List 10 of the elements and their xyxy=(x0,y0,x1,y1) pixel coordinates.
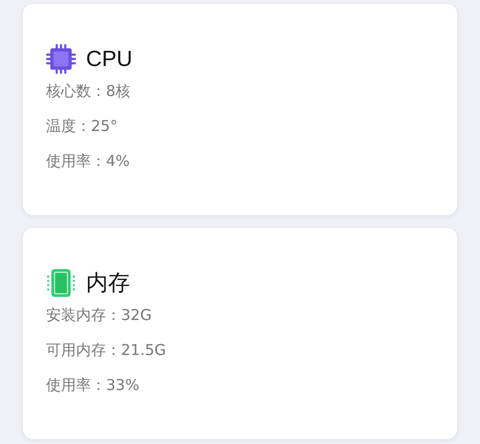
memory-module-icon xyxy=(46,268,76,298)
card-title: CPU xyxy=(86,46,132,72)
info-text: 可用内存：21.5G xyxy=(46,341,168,361)
info-text: 核心数：8核 xyxy=(46,82,132,102)
info-text: 使用率：33% xyxy=(46,376,140,396)
info-text: 使用率：4% xyxy=(46,152,131,172)
info-text: 温度：25° xyxy=(46,117,119,137)
chip-icon xyxy=(46,44,76,74)
card-title: 内存 xyxy=(86,269,130,297)
info-text: 安装内存：32G xyxy=(46,306,153,326)
